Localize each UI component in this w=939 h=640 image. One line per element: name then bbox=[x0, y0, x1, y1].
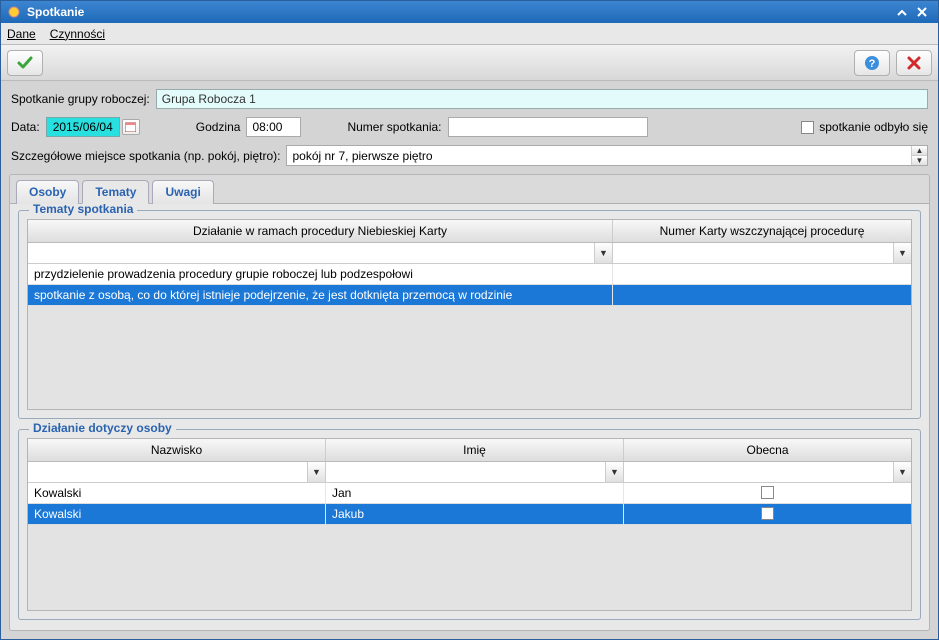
calendar-icon[interactable] bbox=[122, 119, 140, 135]
cell-imie: Jan bbox=[326, 483, 624, 503]
tab-content-tematy: Tematy spotkania Działanie w ramach proc… bbox=[10, 204, 929, 630]
group-tematy-legend: Tematy spotkania bbox=[29, 204, 137, 216]
cell-nazwisko: Kowalski bbox=[28, 483, 326, 503]
place-input[interactable]: ▲ ▼ bbox=[286, 145, 928, 166]
topics-filter-dzialanie[interactable] bbox=[28, 243, 594, 263]
menu-dane[interactable]: Dane bbox=[7, 27, 36, 41]
dropdown-icon[interactable]: ▼ bbox=[605, 462, 623, 482]
dropdown-icon[interactable]: ▼ bbox=[893, 462, 911, 482]
group-input[interactable] bbox=[156, 89, 928, 109]
dropdown-icon[interactable]: ▼ bbox=[893, 243, 911, 263]
tab-tematy[interactable]: Tematy bbox=[82, 180, 149, 204]
cell-obecna bbox=[624, 483, 911, 503]
date-label: Data: bbox=[11, 120, 40, 134]
menubar: Dane Czynności bbox=[1, 23, 938, 45]
place-spin-up[interactable]: ▲ bbox=[912, 146, 927, 156]
table-row[interactable]: KowalskiJan bbox=[28, 483, 911, 504]
cell-imie: Jakub bbox=[326, 504, 624, 524]
table-row[interactable]: przydzielenie prowadzenia procedury grup… bbox=[28, 264, 911, 285]
meeting-num-input[interactable] bbox=[448, 117, 648, 137]
tab-uwagi[interactable]: Uwagi bbox=[152, 180, 213, 204]
table-row[interactable]: spotkanie z osobą, co do której istnieje… bbox=[28, 285, 911, 306]
group-osoby: Działanie dotyczy osoby Nazwisko Imię Ob… bbox=[18, 429, 921, 620]
obecna-checkbox[interactable] bbox=[761, 486, 774, 499]
cell-nazwisko: Kowalski bbox=[28, 504, 326, 524]
dropdown-icon[interactable]: ▼ bbox=[307, 462, 325, 482]
window-icon bbox=[7, 5, 21, 19]
persons-col-obecna[interactable]: Obecna bbox=[624, 439, 911, 461]
group-label: Spotkanie grupy roboczej: bbox=[11, 92, 150, 106]
persons-filter-imie[interactable] bbox=[326, 462, 605, 482]
svg-text:?: ? bbox=[869, 58, 876, 70]
cell-dzialanie: spotkanie z osobą, co do której istnieje… bbox=[28, 285, 613, 305]
topics-col-dzialanie[interactable]: Działanie w ramach procedury Niebieskiej… bbox=[28, 220, 613, 242]
tabs-area: Osoby Tematy Uwagi Tematy spotkania Dzia… bbox=[9, 174, 930, 631]
place-spin-down[interactable]: ▼ bbox=[912, 156, 927, 165]
cell-numer bbox=[613, 264, 911, 284]
accept-button[interactable] bbox=[7, 50, 43, 76]
persons-filter-obecna[interactable] bbox=[624, 462, 893, 482]
topics-filter-numer[interactable] bbox=[613, 243, 893, 263]
group-tematy: Tematy spotkania Działanie w ramach proc… bbox=[18, 210, 921, 419]
persons-filter-nazwisko[interactable] bbox=[28, 462, 307, 482]
persons-grid: Nazwisko Imię Obecna ▼ ▼ bbox=[27, 438, 912, 611]
topics-grid: Działanie w ramach procedury Niebieskiej… bbox=[27, 219, 912, 410]
menu-czynnosci[interactable]: Czynności bbox=[50, 27, 105, 41]
table-row[interactable]: KowalskiJakub bbox=[28, 504, 911, 525]
dropdown-icon[interactable]: ▼ bbox=[594, 243, 612, 263]
tab-osoby[interactable]: Osoby bbox=[16, 180, 79, 204]
window: Spotkanie Dane Czynności ? Spotkanie gru… bbox=[0, 0, 939, 640]
toolbar: ? bbox=[1, 45, 938, 81]
place-label: Szczegółowe miejsce spotkania (np. pokój… bbox=[11, 149, 280, 163]
close-window-button[interactable] bbox=[912, 3, 932, 21]
topics-grid-body: przydzielenie prowadzenia procedury grup… bbox=[28, 264, 911, 409]
persons-grid-body: KowalskiJanKowalskiJakub bbox=[28, 483, 911, 610]
persons-col-imie[interactable]: Imię bbox=[326, 439, 624, 461]
time-input[interactable] bbox=[246, 117, 301, 137]
time-label: Godzina bbox=[196, 120, 241, 134]
cell-dzialanie: przydzielenie prowadzenia procedury grup… bbox=[28, 264, 613, 284]
window-title: Spotkanie bbox=[27, 5, 84, 19]
place-input-text[interactable] bbox=[287, 146, 911, 165]
group-osoby-legend: Działanie dotyczy osoby bbox=[29, 421, 176, 435]
minimize-button[interactable] bbox=[892, 3, 912, 21]
cell-numer bbox=[613, 285, 911, 305]
obecna-checkbox[interactable] bbox=[761, 507, 774, 520]
date-input[interactable]: 2015/06/04 bbox=[46, 117, 120, 137]
meeting-num-label: Numer spotkania: bbox=[347, 120, 441, 134]
happened-label: spotkanie odbyło się bbox=[819, 120, 928, 134]
form-area: Spotkanie grupy roboczej: Data: 2015/06/… bbox=[1, 81, 938, 174]
tabstrip: Osoby Tematy Uwagi bbox=[10, 175, 929, 204]
topics-col-numer[interactable]: Numer Karty wszczynającej procedurę bbox=[613, 220, 911, 242]
happened-checkbox[interactable] bbox=[801, 121, 814, 134]
persons-col-nazwisko[interactable]: Nazwisko bbox=[28, 439, 326, 461]
titlebar: Spotkanie bbox=[1, 1, 938, 23]
cancel-button[interactable] bbox=[896, 50, 932, 76]
cell-obecna bbox=[624, 504, 911, 524]
help-button[interactable]: ? bbox=[854, 50, 890, 76]
